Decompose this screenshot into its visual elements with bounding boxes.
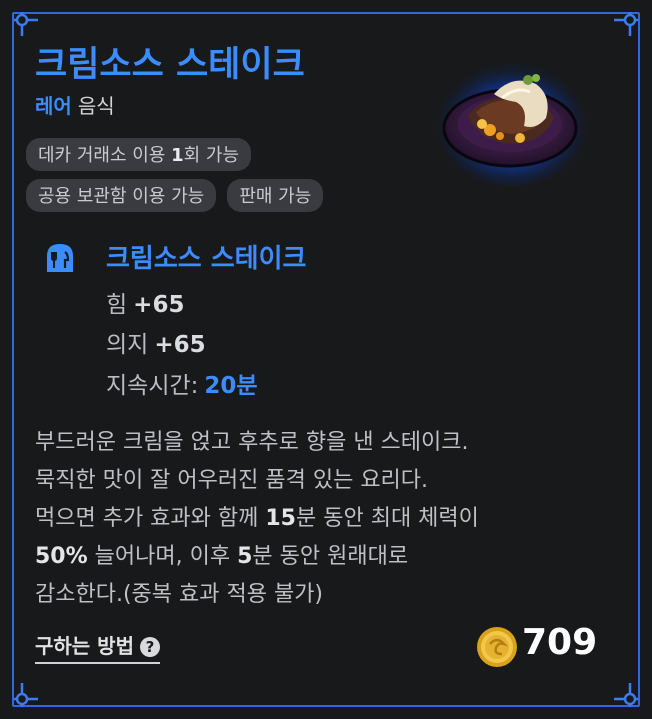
item-description: 부드러운 크림을 얹고 후추로 향을 낸 스테이크. 묵직한 맛이 잘 어우러진…: [35, 430, 479, 607]
price-value: 709: [522, 622, 598, 663]
steak-image: [434, 54, 590, 186]
gold-coin-icon: [477, 627, 517, 667]
stat-strength: 힘 +65: [106, 292, 185, 318]
item-name: 크림소스 스테이크: [35, 45, 305, 85]
stat-duration: 지속시간: 20분: [106, 373, 258, 399]
tag-shared-storage: 공용 보관함 이용 가능: [26, 179, 217, 212]
item-grade-category: 레어 음식: [35, 90, 115, 119]
tag-sellable: 판매 가능: [227, 179, 324, 212]
item-tooltip: 크림소스 스테이크 레어 음식 데카 거래소 이용 1회 가능 공용 보관함 이용…: [0, 0, 652, 719]
food-icon: [47, 244, 73, 272]
corner-ornament: [14, 683, 38, 707]
effect-title: 크림소스 스테이크: [106, 244, 307, 274]
item-tags: 데카 거래소 이용 1회 가능 공용 보관함 이용 가능 판매 가능: [26, 138, 406, 220]
corner-ornament: [614, 12, 638, 36]
how-to-obtain-link[interactable]: 구하는 방법?: [35, 630, 160, 664]
stat-will: 의지 +65: [106, 332, 206, 358]
item-category: 음식: [77, 94, 115, 118]
item-grade: 레어: [35, 94, 72, 118]
tag-trade-count: 데카 거래소 이용 1회 가능: [26, 138, 252, 171]
corner-ornament: [614, 683, 638, 707]
question-icon: ?: [139, 637, 160, 657]
